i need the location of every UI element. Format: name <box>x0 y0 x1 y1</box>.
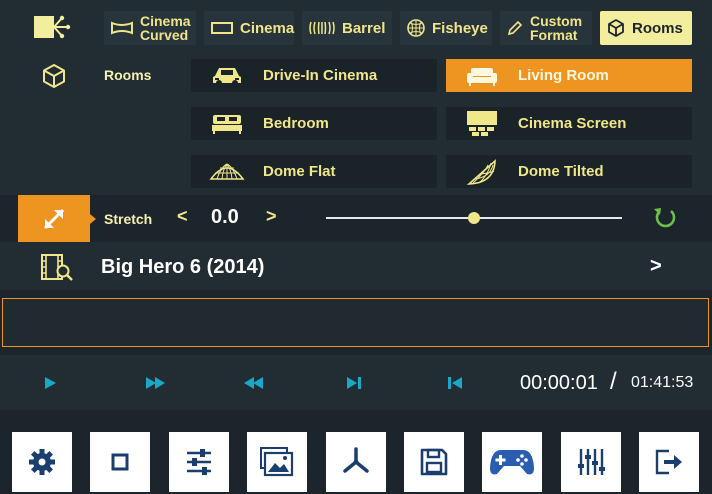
settings-button[interactable] <box>12 432 72 492</box>
flat-screen-icon <box>211 22 233 34</box>
format-rooms-button[interactable]: Rooms <box>600 11 692 45</box>
stop-icon <box>111 453 129 471</box>
dome-flat-icon <box>191 161 263 183</box>
vr-player-screen: Cinema Curved Cinema Barrel Fisheye Custo… <box>0 0 712 494</box>
format-bar: Cinema Curved Cinema Barrel Fisheye Custo… <box>0 0 712 52</box>
format-barrel-button[interactable]: Barrel <box>302 11 392 45</box>
rooms-title: Rooms <box>104 67 152 83</box>
image-gallery-icon <box>260 447 294 477</box>
stretch-decrease-button[interactable]: < <box>177 206 188 227</box>
stretch-row: Stretch < 0.0 > <box>0 195 712 242</box>
format-label: Cinema <box>140 13 191 29</box>
bed-icon <box>191 112 263 136</box>
equalizer-button[interactable] <box>561 432 621 492</box>
reset-icon[interactable] <box>652 205 678 236</box>
format-cinema-curved-button[interactable]: Cinema Curved <box>104 11 196 45</box>
gear-icon <box>29 449 55 475</box>
sofa-icon <box>446 65 518 87</box>
sliders-icon <box>187 449 211 475</box>
bottom-toolbar <box>0 410 712 494</box>
stretch-value: 0.0 <box>211 206 239 228</box>
format-label: Custom <box>530 13 583 29</box>
previous-button[interactable] <box>443 373 467 393</box>
skip-previous-icon <box>448 377 462 389</box>
axis-button[interactable] <box>326 432 386 492</box>
time-separator: / <box>610 368 617 395</box>
stretch-label: Stretch <box>104 211 153 227</box>
film-search-icon <box>40 253 74 286</box>
fisheye-icon <box>407 19 425 37</box>
cube-icon <box>40 62 68 95</box>
current-time: 00:00:01 <box>520 372 598 394</box>
cube-icon <box>608 19 624 37</box>
rewind-icon <box>244 377 263 389</box>
room-label: Drive-In Cinema <box>263 67 378 84</box>
total-time: 01:41:53 <box>631 374 694 391</box>
format-label: Cinema <box>240 19 295 37</box>
dome-tilted-icon <box>446 157 518 187</box>
room-living-room-button[interactable]: Living Room <box>446 59 692 92</box>
media-row[interactable]: Big Hero 6 (2014) > <box>0 242 712 290</box>
projection-logo-icon <box>32 12 74 42</box>
gamepad-button[interactable] <box>482 432 542 492</box>
curved-screen-icon <box>111 21 133 35</box>
fast-forward-icon <box>146 377 165 389</box>
room-label: Dome Tilted <box>518 163 604 180</box>
room-label: Dome Flat <box>263 163 336 180</box>
resize-arrows-icon <box>43 208 65 229</box>
room-dome-tilted-button[interactable]: Dome Tilted <box>446 155 692 188</box>
room-label: Bedroom <box>263 115 329 132</box>
pencil-icon <box>507 20 523 36</box>
floppy-disk-icon <box>420 448 448 476</box>
format-label: Format <box>530 27 578 43</box>
skip-next-icon <box>347 377 361 389</box>
format-fisheye-button[interactable]: Fisheye <box>400 11 492 45</box>
media-title: Big Hero 6 (2014) <box>101 256 265 278</box>
format-custom-button[interactable]: Custom Format <box>500 11 592 45</box>
stop-button[interactable] <box>90 432 150 492</box>
gallery-button[interactable] <box>247 432 307 492</box>
chevron-right-icon[interactable]: > <box>650 255 662 278</box>
gamepad-icon <box>490 450 534 475</box>
progress-bar[interactable] <box>2 298 709 347</box>
room-bedroom-button[interactable]: Bedroom <box>191 107 437 140</box>
exit-icon <box>655 449 682 475</box>
room-label: Living Room <box>518 67 609 84</box>
format-label: Fisheye <box>432 19 488 37</box>
barrel-icon <box>309 21 335 35</box>
equalizer-icon <box>578 449 605 475</box>
format-label: Barrel <box>342 19 386 37</box>
transport-controls: 00:00:01 / 01:41:53 <box>0 355 712 410</box>
play-button[interactable] <box>38 373 62 393</box>
next-button[interactable] <box>342 373 366 393</box>
stretch-increase-button[interactable]: > <box>266 206 277 227</box>
play-icon <box>45 377 56 389</box>
format-cinema-button[interactable]: Cinema <box>204 11 294 45</box>
selection-pointer <box>90 214 96 224</box>
room-drive-in-cinema-button[interactable]: Drive-In Cinema <box>191 59 437 92</box>
format-label: Rooms <box>632 19 683 37</box>
rooms-panel: Rooms Drive-In Cinema Living Room Bedroo… <box>0 52 712 195</box>
stretch-mode-button[interactable] <box>18 195 90 242</box>
room-dome-flat-button[interactable]: Dome Flat <box>191 155 437 188</box>
stretch-slider-thumb[interactable] <box>468 212 480 224</box>
format-label: Curved <box>140 27 189 43</box>
exit-button[interactable] <box>639 432 699 492</box>
cinema-screen-icon <box>446 110 518 138</box>
room-cinema-screen-button[interactable]: Cinema Screen <box>446 107 692 140</box>
xyz-axis-icon <box>343 447 369 473</box>
rewind-button[interactable] <box>241 373 265 393</box>
fast-forward-button[interactable] <box>144 373 168 393</box>
adjustments-button[interactable] <box>169 432 229 492</box>
save-button[interactable] <box>404 432 464 492</box>
car-icon <box>191 64 263 88</box>
room-label: Cinema Screen <box>518 115 627 132</box>
